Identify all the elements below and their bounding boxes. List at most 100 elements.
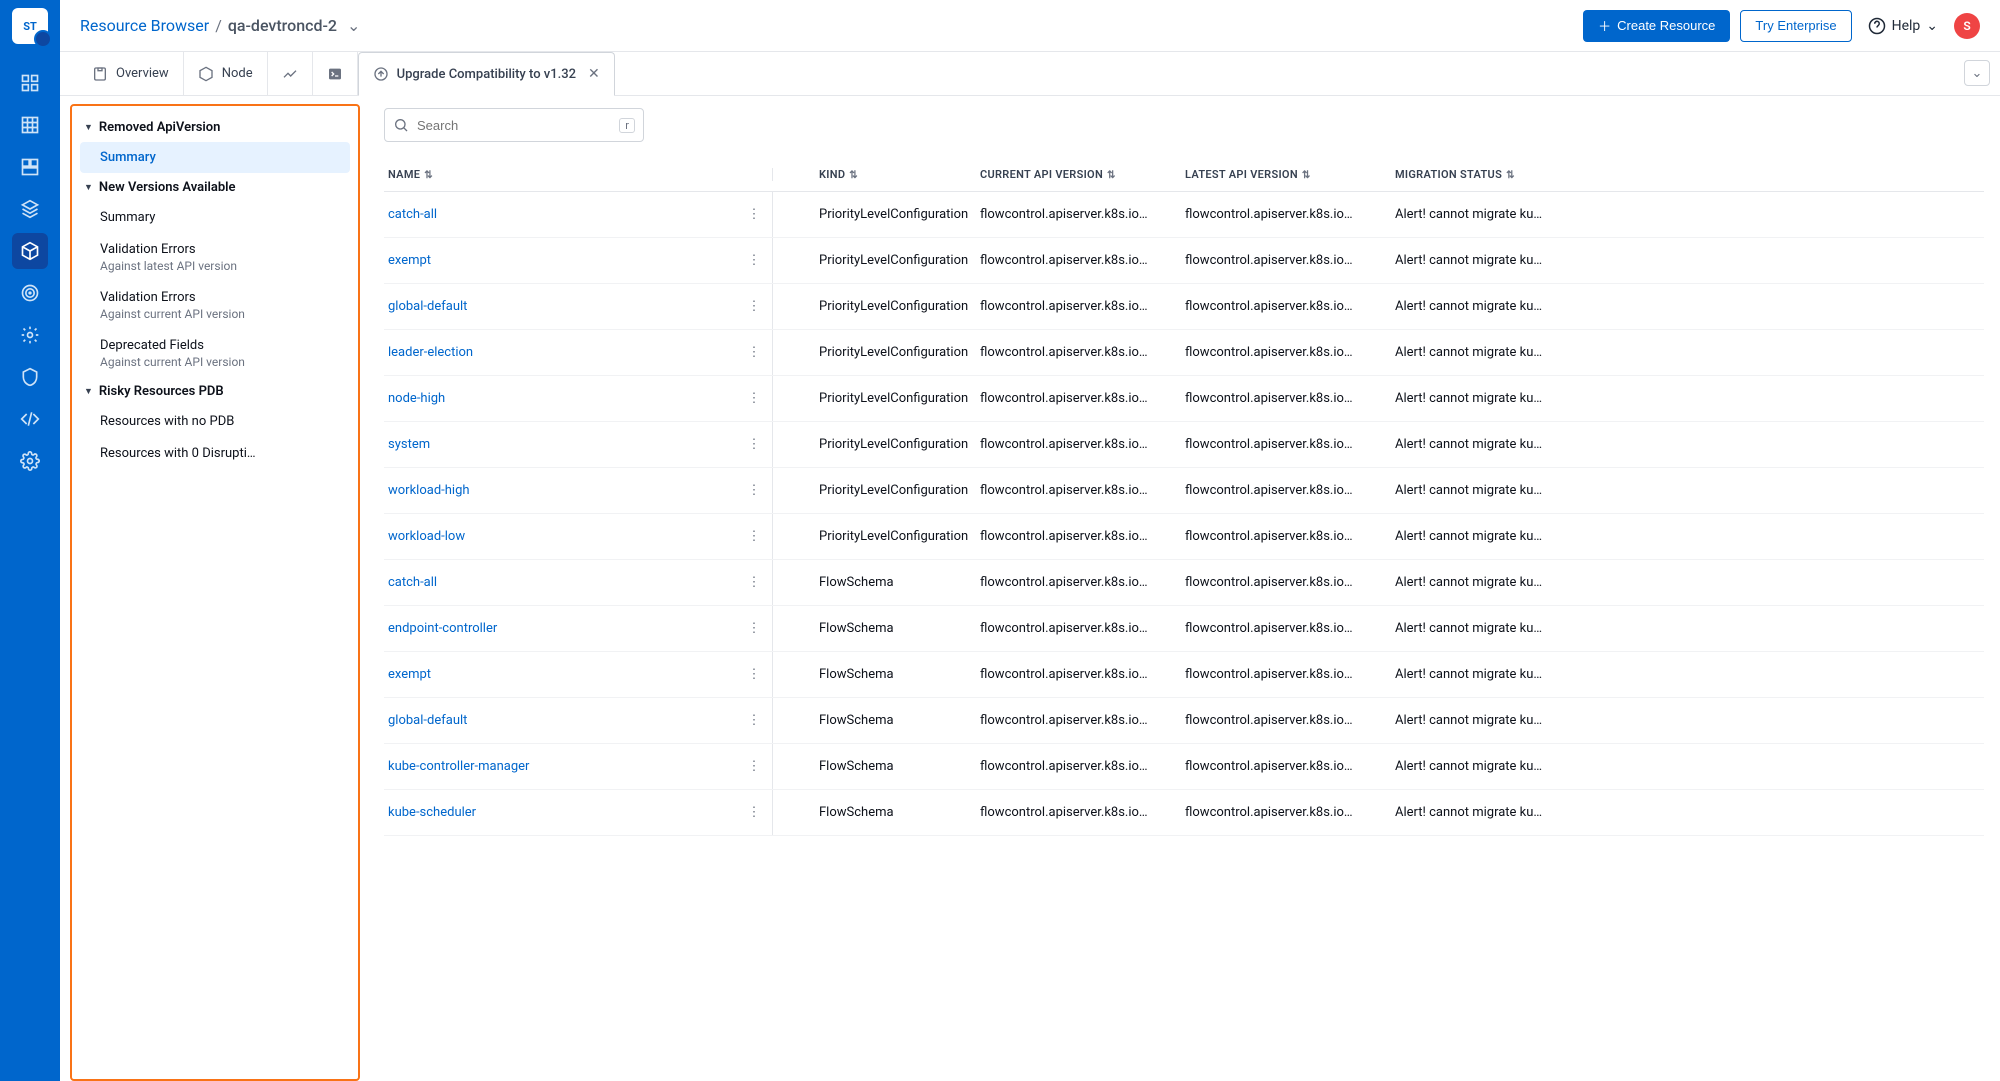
cell-name[interactable]: workload-low <box>384 529 734 544</box>
cell-name[interactable]: catch-all <box>384 207 734 222</box>
tab-terminal[interactable] <box>313 52 358 95</box>
cell-migration: Alert! cannot migrate ku… <box>1395 667 1984 682</box>
row-menu-icon[interactable]: ⋮ <box>734 805 774 820</box>
group-new-versions[interactable]: ▼New Versions Available <box>76 174 354 201</box>
table-row[interactable]: workload-high⋮PriorityLevelConfiguration… <box>384 468 1984 514</box>
nav-target-icon[interactable] <box>12 275 48 311</box>
cell-name[interactable]: kube-controller-manager <box>384 759 734 774</box>
table-row[interactable]: global-default⋮FlowSchemaflowcontrol.api… <box>384 698 1984 744</box>
table-row[interactable]: leader-election⋮PriorityLevelConfigurati… <box>384 330 1984 376</box>
breadcrumb-root[interactable]: Resource Browser <box>80 16 209 35</box>
row-menu-icon[interactable]: ⋮ <box>734 253 774 268</box>
nav-stack-icon[interactable] <box>12 191 48 227</box>
row-menu-icon[interactable]: ⋮ <box>734 299 774 314</box>
sidebar-item-summary-new[interactable]: Summary <box>80 202 350 233</box>
row-menu-icon[interactable]: ⋮ <box>734 437 774 452</box>
table-row[interactable]: kube-controller-manager⋮FlowSchemaflowco… <box>384 744 1984 790</box>
row-menu-icon[interactable]: ⋮ <box>734 529 774 544</box>
row-menu-icon[interactable]: ⋮ <box>734 391 774 406</box>
chevron-down-icon[interactable]: ⌄ <box>347 16 360 35</box>
cell-current-api: flowcontrol.apiserver.k8s.io… <box>980 299 1185 314</box>
row-menu-icon[interactable]: ⋮ <box>734 207 774 222</box>
table-row[interactable]: kube-scheduler⋮FlowSchemaflowcontrol.api… <box>384 790 1984 836</box>
cell-latest-api: flowcontrol.apiserver.k8s.io… <box>1185 529 1395 544</box>
table-row[interactable]: exempt⋮PriorityLevelConfigurationflowcon… <box>384 238 1984 284</box>
table-row[interactable]: exempt⋮FlowSchemaflowcontrol.apiserver.k… <box>384 652 1984 698</box>
cell-name[interactable]: kube-scheduler <box>384 805 734 820</box>
search-input-wrapper[interactable]: r <box>384 108 644 142</box>
search-input[interactable] <box>417 118 611 133</box>
tab-overflow-button[interactable]: ⌄ <box>1964 60 1990 86</box>
row-menu-icon[interactable]: ⋮ <box>734 575 774 590</box>
sidebar-item-zero-disruptions[interactable]: Resources with 0 Disrupti… <box>80 438 350 469</box>
app-logo[interactable]: ST <box>12 8 48 44</box>
group-risky-pdb[interactable]: ▼Risky Resources PDB <box>76 378 354 405</box>
item-title: Validation Errors <box>100 242 196 257</box>
tab-node[interactable]: Node <box>184 52 268 95</box>
sidebar-item-validation-current[interactable]: Validation ErrorsAgainst current API ver… <box>80 282 350 329</box>
sidebar-item-no-pdb[interactable]: Resources with no PDB <box>80 406 350 437</box>
row-menu-icon[interactable]: ⋮ <box>734 483 774 498</box>
nav-gear-icon[interactable] <box>12 317 48 353</box>
sidebar-item-validation-latest[interactable]: Validation ErrorsAgainst latest API vers… <box>80 234 350 281</box>
table-row[interactable]: catch-all⋮PriorityLevelConfigurationflow… <box>384 192 1984 238</box>
close-icon[interactable]: ✕ <box>588 66 600 82</box>
nav-code-icon[interactable] <box>12 401 48 437</box>
nav-shield-icon[interactable] <box>12 359 48 395</box>
cell-name[interactable]: global-default <box>384 713 734 728</box>
nav-cube-icon[interactable] <box>12 233 48 269</box>
nav-grid-icon[interactable] <box>12 107 48 143</box>
cell-migration: Alert! cannot migrate ku… <box>1395 529 1984 544</box>
sort-icon: ⇅ <box>849 170 858 181</box>
cell-name[interactable]: global-default <box>384 299 734 314</box>
table-row[interactable]: global-default⋮PriorityLevelConfiguratio… <box>384 284 1984 330</box>
cell-kind: PriorityLevelConfiguration <box>775 207 980 222</box>
cell-name[interactable]: endpoint-controller <box>384 621 734 636</box>
cell-name[interactable]: node-high <box>384 391 734 406</box>
sort-icon: ⇅ <box>424 170 433 181</box>
group-removed-apiversion[interactable]: ▼Removed ApiVersion <box>76 114 354 141</box>
row-menu-icon[interactable]: ⋮ <box>734 759 774 774</box>
cell-name[interactable]: exempt <box>384 253 734 268</box>
sidebar-item-summary-removed[interactable]: Summary <box>80 142 350 173</box>
table-row[interactable]: workload-low⋮PriorityLevelConfigurationf… <box>384 514 1984 560</box>
col-kind[interactable]: KIND⇅ <box>775 168 980 181</box>
table-header: NAME⇅ KIND⇅ CURRENT API VERSION⇅ LATEST … <box>384 158 1984 192</box>
table-row[interactable]: catch-all⋮FlowSchemaflowcontrol.apiserve… <box>384 560 1984 606</box>
sidebar-item-deprecated[interactable]: Deprecated FieldsAgainst current API ver… <box>80 330 350 377</box>
try-enterprise-button[interactable]: Try Enterprise <box>1740 10 1851 42</box>
tab-upgrade[interactable]: Upgrade Compatibility to v1.32 ✕ <box>358 52 615 96</box>
nav-dashboard-icon[interactable] <box>12 65 48 101</box>
user-avatar[interactable]: S <box>1954 13 1980 39</box>
table-row[interactable]: node-high⋮PriorityLevelConfigurationflow… <box>384 376 1984 422</box>
cell-kind: FlowSchema <box>775 667 980 682</box>
cell-name[interactable]: catch-all <box>384 575 734 590</box>
create-resource-button[interactable]: ＋ Create Resource <box>1583 10 1730 42</box>
cell-migration: Alert! cannot migrate ku… <box>1395 391 1984 406</box>
search-icon <box>393 117 409 133</box>
row-menu-icon[interactable]: ⋮ <box>734 345 774 360</box>
tab-overview[interactable]: Overview <box>78 52 184 95</box>
caret-down-icon: ▼ <box>84 386 93 397</box>
cell-current-api: flowcontrol.apiserver.k8s.io… <box>980 207 1185 222</box>
breadcrumb-leaf[interactable]: qa-devtroncd-2 <box>228 16 337 35</box>
col-migration[interactable]: MIGRATION STATUS⇅ <box>1395 168 1984 181</box>
cell-kind: FlowSchema <box>775 759 980 774</box>
nav-settings-icon[interactable] <box>12 443 48 479</box>
cell-name[interactable]: workload-high <box>384 483 734 498</box>
cell-latest-api: flowcontrol.apiserver.k8s.io… <box>1185 207 1395 222</box>
help-menu[interactable]: Help ⌄ <box>1868 17 1938 35</box>
cell-name[interactable]: leader-election <box>384 345 734 360</box>
table-row[interactable]: endpoint-controller⋮FlowSchemaflowcontro… <box>384 606 1984 652</box>
col-name[interactable]: NAME⇅ <box>384 168 734 181</box>
col-latest-api[interactable]: LATEST API VERSION⇅ <box>1185 168 1395 181</box>
tab-chart[interactable] <box>268 52 313 95</box>
table-row[interactable]: system⋮PriorityLevelConfigurationflowcon… <box>384 422 1984 468</box>
col-current-api[interactable]: CURRENT API VERSION⇅ <box>980 168 1185 181</box>
nav-window-icon[interactable] <box>12 149 48 185</box>
row-menu-icon[interactable]: ⋮ <box>734 667 774 682</box>
row-menu-icon[interactable]: ⋮ <box>734 621 774 636</box>
row-menu-icon[interactable]: ⋮ <box>734 713 774 728</box>
cell-name[interactable]: exempt <box>384 667 734 682</box>
cell-name[interactable]: system <box>384 437 734 452</box>
